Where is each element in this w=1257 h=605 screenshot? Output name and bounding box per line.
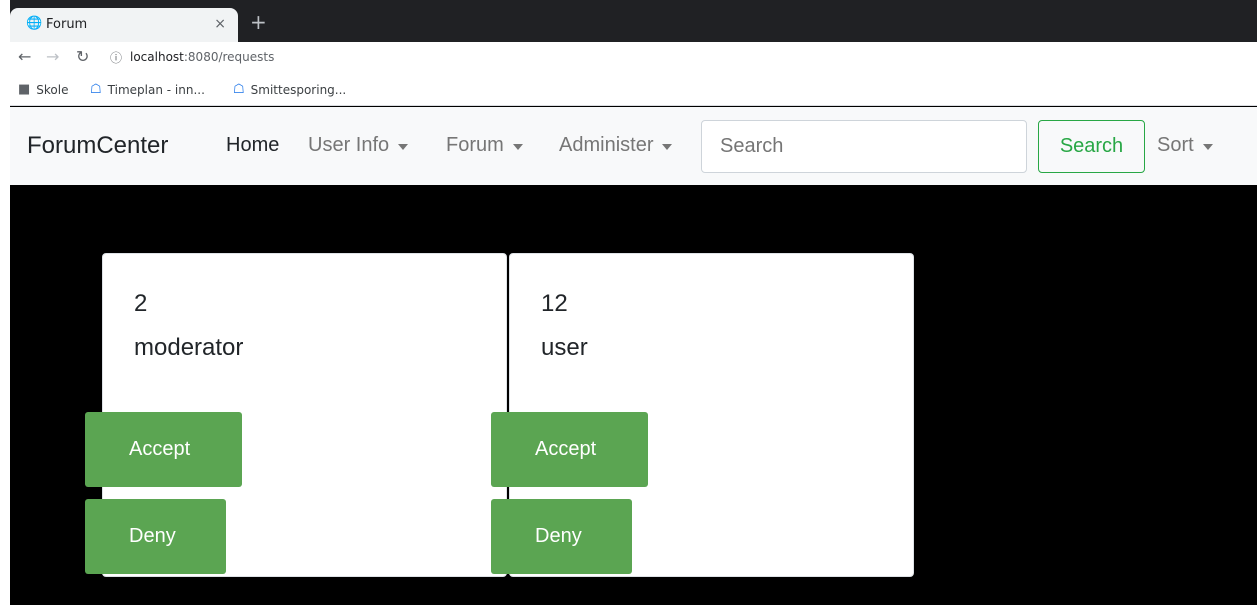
- caret-down-icon: [1202, 143, 1213, 150]
- nav-home[interactable]: Home: [226, 134, 279, 157]
- accept-button[interactable]: Accept: [85, 412, 242, 487]
- nav-sort[interactable]: Sort: [1157, 134, 1213, 157]
- forward-arrow-icon[interactable]: →: [46, 47, 59, 66]
- site-navbar: ForumCenter Home User Info Forum Adminis…: [10, 107, 1257, 185]
- tab-forum[interactable]: 🌐 Forum ×: [10, 8, 238, 42]
- bookmark-smittesporing[interactable]: ☖ Smittesporing...: [233, 82, 346, 97]
- brand-logo[interactable]: ForumCenter: [27, 132, 168, 160]
- bookmark-timeplan[interactable]: ☖ Timeplan - inn...: [90, 82, 205, 97]
- bookmarks-bar: ■ Skole ☖ Timeplan - inn... ☖ Smittespor…: [10, 74, 1257, 106]
- nav-forum[interactable]: Forum: [446, 134, 523, 157]
- back-arrow-icon[interactable]: ←: [18, 47, 31, 66]
- browser-window: 🌐 Forum × + ← → ↻ ⓘ localhost:8080/reque…: [10, 0, 1257, 605]
- accept-button[interactable]: Accept: [491, 412, 648, 487]
- nav-administer[interactable]: Administer: [559, 134, 673, 157]
- reload-icon[interactable]: ↻: [76, 47, 89, 66]
- bookmark-skole[interactable]: ■ Skole: [18, 82, 69, 97]
- close-icon[interactable]: ×: [214, 16, 226, 32]
- request-id: 12: [541, 290, 568, 317]
- request-id: 2: [134, 290, 148, 317]
- folder-icon: ■: [18, 82, 31, 97]
- caret-down-icon: [662, 143, 673, 150]
- bookmark-site-icon: ☖: [233, 82, 245, 97]
- search-input[interactable]: [701, 120, 1027, 173]
- deny-button[interactable]: Deny: [491, 499, 632, 574]
- deny-button[interactable]: Deny: [85, 499, 226, 574]
- caret-down-icon: [512, 143, 523, 150]
- request-role: user: [541, 334, 588, 361]
- tab-title: Forum: [46, 17, 88, 32]
- search-button[interactable]: Search: [1038, 120, 1145, 173]
- globe-icon: 🌐: [26, 16, 43, 31]
- new-tab-icon[interactable]: +: [250, 10, 267, 34]
- nav-user-info[interactable]: User Info: [308, 134, 409, 157]
- caret-down-icon: [398, 143, 409, 150]
- request-role: moderator: [134, 334, 244, 361]
- tab-strip: 🌐 Forum × +: [10, 0, 1257, 42]
- address-bar[interactable]: ⓘ localhost:8080/requests: [102, 46, 1252, 70]
- bookmark-site-icon: ☖: [90, 82, 102, 97]
- info-icon[interactable]: ⓘ: [110, 49, 122, 66]
- url-text: localhost:8080/requests: [130, 50, 275, 64]
- browser-toolbar: ← → ↻ ⓘ localhost:8080/requests: [10, 42, 1257, 74]
